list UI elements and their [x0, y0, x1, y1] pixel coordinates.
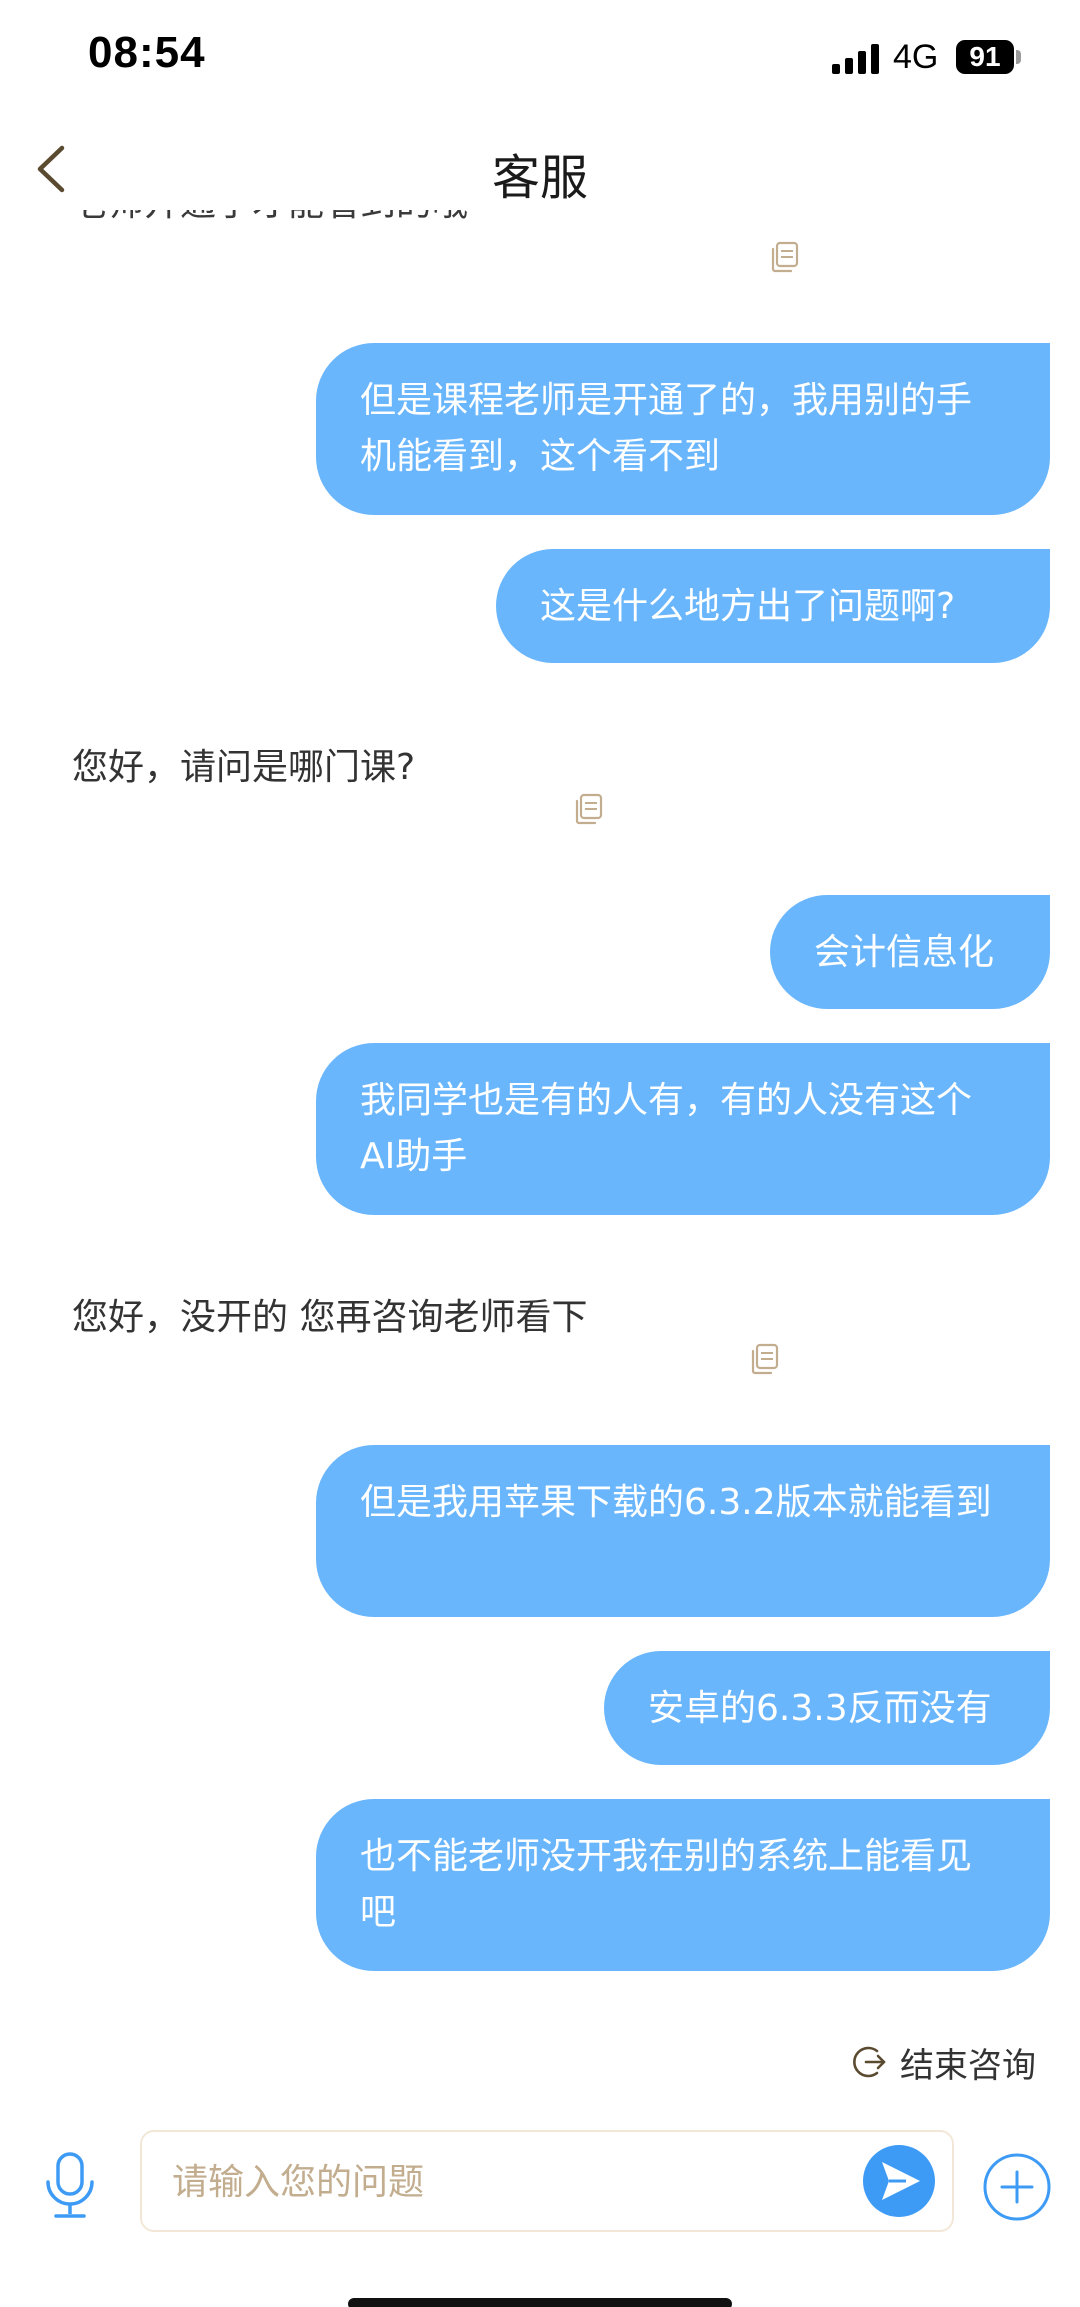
user-message-bubble[interactable]: 我同学也是有的人有，有的人没有这个AI助手 — [316, 1043, 1050, 1215]
signal-icon — [832, 44, 879, 74]
user-message-bubble[interactable]: 也不能老师没开我在别的系统上能看见吧 — [316, 1799, 1050, 1971]
copy-icon[interactable] — [748, 1342, 782, 1376]
network-type: 4G — [893, 38, 939, 76]
user-message-bubble[interactable]: 安卓的6.3.3反而没有 — [604, 1651, 1050, 1765]
user-message-bubble[interactable]: 但是课程老师是开通了的，我用别的手机能看到，这个看不到 — [316, 343, 1050, 515]
battery-cap — [1016, 50, 1021, 64]
end-consult-label: 结束咨询 — [900, 2045, 1036, 2086]
exit-icon — [853, 2046, 886, 2078]
copy-icon[interactable] — [572, 792, 606, 826]
status-time: 08:54 — [88, 28, 206, 77]
user-message-bubble[interactable]: 这是什么地方出了问题啊? — [496, 549, 1050, 663]
status-bar: 08:54 4G 91 — [0, 0, 1080, 120]
home-indicator[interactable] — [348, 2298, 732, 2307]
agent-message: 您好，没开的 您再咨询老师看下 — [72, 1297, 588, 1338]
agent-message-partial: 老师开通了才能看到的哦 — [72, 210, 712, 234]
agent-message: 您好，请问是哪门课? — [72, 747, 416, 788]
send-button[interactable] — [862, 2144, 936, 2218]
message-input-box[interactable] — [140, 2130, 954, 2232]
copy-icon[interactable] — [768, 240, 802, 274]
microphone-icon[interactable] — [40, 2150, 100, 2222]
page-title: 客服 — [491, 150, 588, 206]
chat-list[interactable]: 老师开通了才能看到的哦 但是课程老师是开通了的，我用别的手机能看到，这个看不到 … — [0, 210, 1080, 2000]
app-root: 08:54 4G 91 客服 老师开通了才能看到的哦 但是课程老师是开通了的，我… — [0, 0, 1080, 2307]
user-message-bubble[interactable]: 会计信息化 — [770, 895, 1050, 1009]
end-consult-button[interactable]: 结束咨询 — [850, 2037, 1036, 2087]
plus-circle-icon[interactable] — [982, 2152, 1052, 2222]
battery-indicator: 91 — [956, 40, 1014, 74]
message-input[interactable] — [170, 2150, 854, 2214]
user-message-bubble[interactable]: 但是我用苹果下载的6.3.2版本就能看到 — [316, 1445, 1050, 1617]
